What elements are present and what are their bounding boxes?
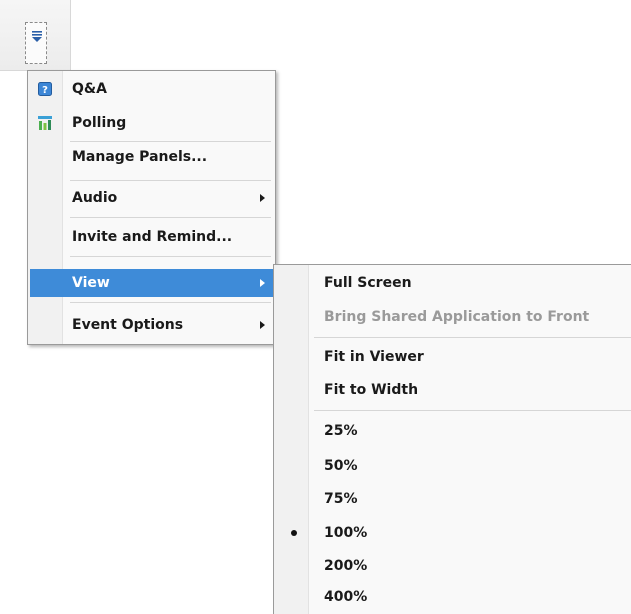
- menu-dropdown-button[interactable]: [25, 22, 47, 64]
- menu-separator: [70, 141, 271, 142]
- qa-help-icon: ?: [38, 82, 52, 96]
- submenu-separator: [314, 337, 631, 338]
- submenu-item-label: 200%: [324, 558, 368, 574]
- submenu-item-label: Bring Shared Application to Front: [324, 309, 590, 325]
- menu-separator: [70, 180, 271, 181]
- menu-item-manage-panels[interactable]: Manage Panels...: [30, 143, 273, 171]
- submenu-item-zoom-50[interactable]: 50%: [276, 452, 629, 480]
- menu-item-qa[interactable]: ? Q&A: [30, 75, 273, 103]
- submenu-item-label: 50%: [324, 458, 358, 474]
- submenu-item-label: Fit to Width: [324, 382, 419, 398]
- menu-item-polling[interactable]: Polling: [30, 109, 273, 137]
- submenu-item-label: 75%: [324, 491, 358, 507]
- submenu-item-zoom-200[interactable]: 200%: [276, 552, 629, 580]
- menu-item-audio[interactable]: Audio: [30, 184, 273, 212]
- submenu-item-label: 100%: [324, 525, 368, 541]
- menu-item-label: Manage Panels...: [72, 149, 208, 165]
- submenu-item-zoom-25[interactable]: 25%: [276, 417, 629, 445]
- menu-item-label: Event Options: [72, 317, 184, 333]
- submenu-arrow-icon: [260, 194, 265, 202]
- submenu-item-fit-in-viewer[interactable]: Fit in Viewer: [276, 343, 629, 371]
- menu-item-label: Invite and Remind...: [72, 229, 233, 245]
- svg-text:?: ?: [42, 85, 48, 96]
- menu-item-label: Polling: [72, 115, 127, 131]
- submenu-item-zoom-100[interactable]: 100%: [276, 519, 629, 547]
- main-context-menu: ? Q&A Polling Manage Panels... Audio Inv…: [27, 70, 276, 345]
- menu-item-label: Q&A: [72, 81, 107, 97]
- toolbar-area: [0, 0, 71, 71]
- menu-item-view[interactable]: View: [30, 269, 273, 297]
- menu-item-label: Audio: [72, 190, 118, 206]
- menu-item-label: View: [72, 275, 110, 291]
- submenu-item-fit-to-width[interactable]: Fit to Width: [276, 376, 629, 404]
- screen: ? Q&A Polling Manage Panels... Audio Inv…: [0, 0, 631, 614]
- submenu-item-label: 25%: [324, 423, 358, 439]
- submenu-item-bring-shared-application-to-front: Bring Shared Application to Front: [276, 303, 629, 331]
- submenu-separator: [314, 410, 631, 411]
- polling-bar-chart-icon: [38, 116, 52, 130]
- submenu-arrow-icon: [260, 321, 265, 329]
- menu-separator: [70, 256, 271, 257]
- view-submenu: Full Screen Bring Shared Application to …: [273, 264, 631, 614]
- submenu-item-label: Fit in Viewer: [324, 349, 424, 365]
- submenu-item-zoom-400[interactable]: 400%: [276, 583, 629, 611]
- dropdown-arrow-icon: [32, 31, 42, 42]
- menu-separator: [70, 217, 271, 218]
- selected-bullet-icon: [291, 530, 297, 536]
- submenu-arrow-icon: [260, 279, 265, 287]
- submenu-item-label: 400%: [324, 589, 368, 605]
- submenu-item-label: Full Screen: [324, 275, 412, 291]
- submenu-item-full-screen[interactable]: Full Screen: [276, 269, 629, 297]
- menu-separator: [70, 302, 271, 303]
- menu-item-invite-and-remind[interactable]: Invite and Remind...: [30, 223, 273, 251]
- menu-item-event-options[interactable]: Event Options: [30, 311, 273, 339]
- submenu-item-zoom-75[interactable]: 75%: [276, 485, 629, 513]
